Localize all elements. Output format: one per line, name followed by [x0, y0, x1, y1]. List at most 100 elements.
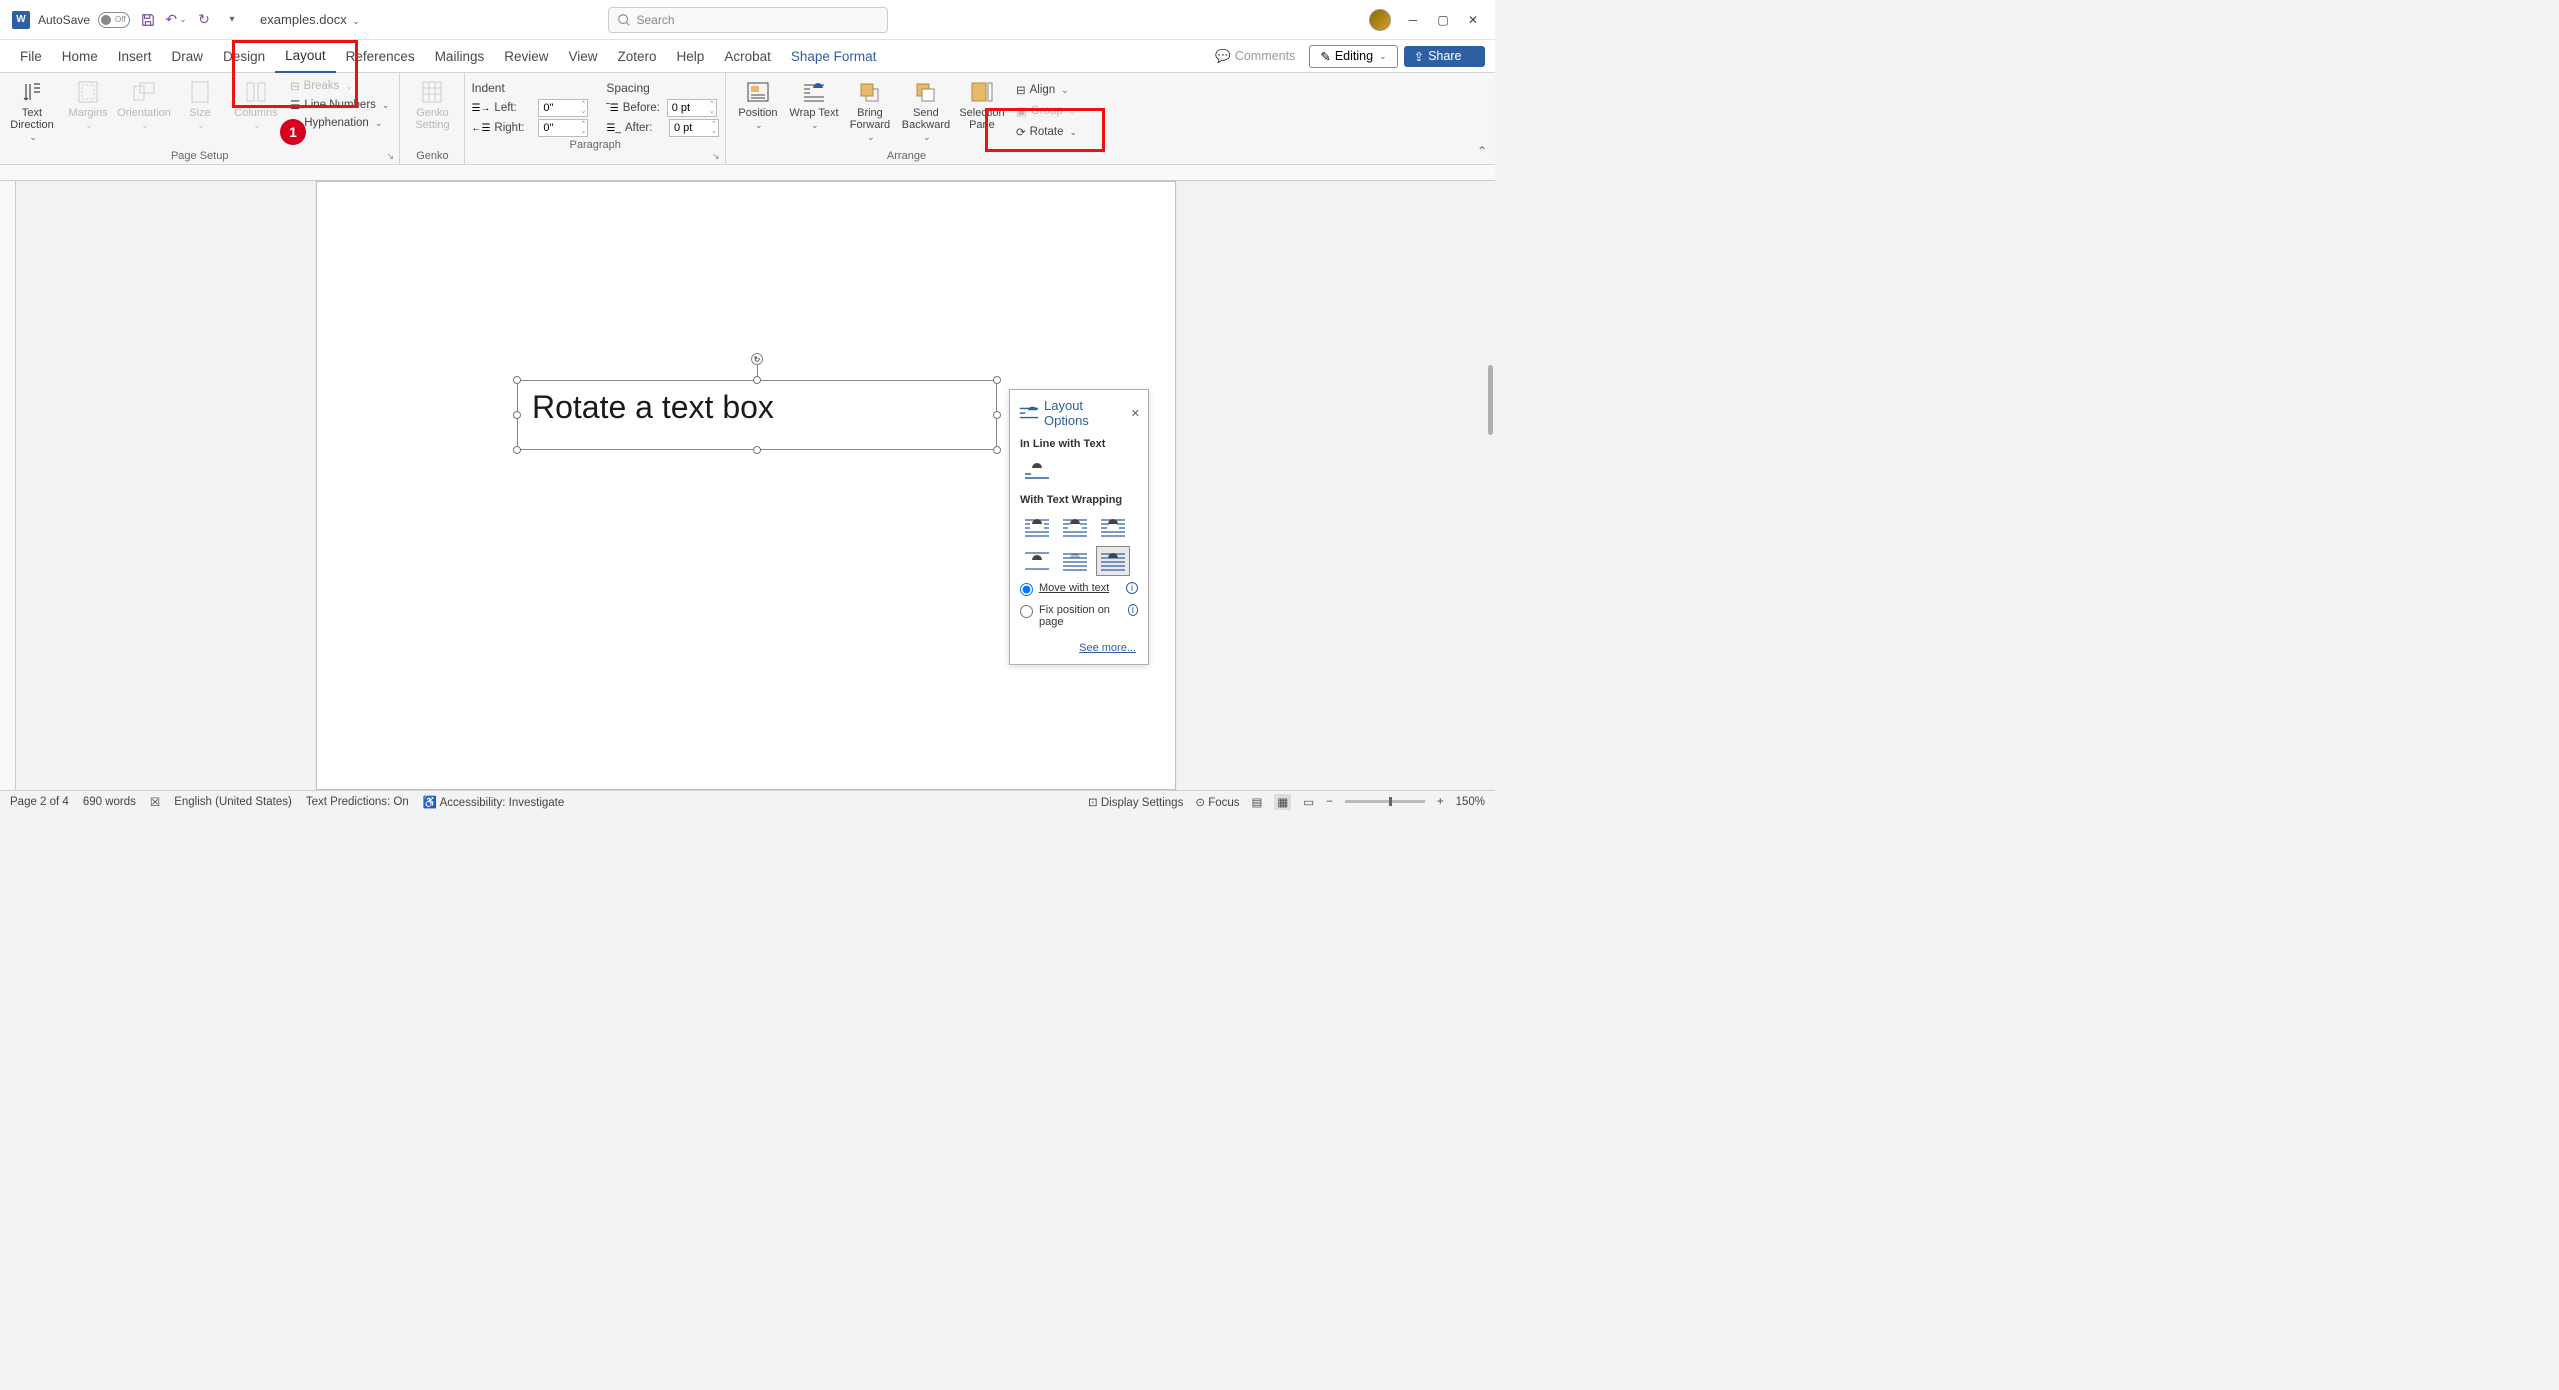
- resize-handle-e[interactable]: [993, 411, 1001, 419]
- tab-insert[interactable]: Insert: [108, 40, 162, 73]
- tab-layout[interactable]: Layout: [275, 40, 336, 73]
- info-icon[interactable]: i: [1128, 604, 1138, 616]
- group-button: ▣Group⌄: [1012, 102, 1081, 120]
- size-icon: [186, 79, 214, 105]
- selection-pane-button[interactable]: Selection Pane: [956, 77, 1008, 133]
- resize-handle-sw[interactable]: [513, 446, 521, 454]
- print-layout-icon[interactable]: ▦: [1274, 794, 1291, 810]
- undo-icon[interactable]: ↶⌄: [166, 10, 186, 30]
- close-icon[interactable]: ✕: [1465, 12, 1481, 28]
- save-icon[interactable]: [138, 10, 158, 30]
- wrap-infront-option[interactable]: [1096, 546, 1130, 576]
- resize-handle-n[interactable]: [753, 376, 761, 384]
- zoom-slider[interactable]: [1345, 800, 1425, 803]
- wrap-square-option[interactable]: [1020, 512, 1054, 542]
- autosave-toggle[interactable]: Off: [98, 12, 130, 28]
- tab-mailings[interactable]: Mailings: [425, 40, 495, 73]
- rotate-button[interactable]: ⟳Rotate⌄: [1012, 123, 1081, 141]
- tab-zotero[interactable]: Zotero: [608, 40, 667, 73]
- see-more-link[interactable]: See more...: [1079, 642, 1136, 654]
- document-page[interactable]: ↻ Rotate a text box Layout Options ✕ In …: [316, 181, 1176, 790]
- textbox-shape[interactable]: ↻ Rotate a text box: [517, 380, 997, 450]
- language-indicator[interactable]: English (United States): [174, 796, 292, 808]
- send-backward-button[interactable]: Send Backward⌄: [900, 77, 952, 145]
- search-box[interactable]: Search: [608, 7, 888, 33]
- status-bar: Page 2 of 4 690 words ☒ English (United …: [0, 790, 1495, 812]
- word-count[interactable]: 690 words: [83, 796, 136, 808]
- vertical-ruler[interactable]: [0, 181, 16, 790]
- margins-button: Margins⌄: [62, 77, 114, 133]
- web-layout-icon[interactable]: ▭: [1303, 795, 1314, 809]
- layout-options-popup: Layout Options ✕ In Line with Text With …: [1009, 389, 1149, 665]
- share-button[interactable]: ⇪Share⌄: [1404, 46, 1485, 67]
- paragraph-label: Paragraph: [471, 137, 719, 151]
- user-avatar[interactable]: [1369, 9, 1391, 31]
- accessibility-checker[interactable]: ♿ Accessibility: Investigate: [423, 795, 565, 809]
- spellcheck-icon[interactable]: ☒: [150, 795, 160, 809]
- margins-icon: [74, 79, 102, 105]
- tab-references[interactable]: References: [336, 40, 425, 73]
- qat-customize-icon[interactable]: ▾: [222, 10, 242, 30]
- maximize-icon[interactable]: ▢: [1435, 12, 1451, 28]
- resize-handle-w[interactable]: [513, 411, 521, 419]
- info-icon[interactable]: i: [1126, 582, 1138, 594]
- rotate-handle[interactable]: ↻: [751, 353, 763, 365]
- tab-draw[interactable]: Draw: [162, 40, 214, 73]
- textbox-text[interactable]: Rotate a text box: [518, 381, 996, 434]
- tab-acrobat[interactable]: Acrobat: [714, 40, 781, 73]
- wrap-through-option[interactable]: [1096, 512, 1130, 542]
- tab-design[interactable]: Design: [213, 40, 275, 73]
- redo-icon[interactable]: ↻: [194, 10, 214, 30]
- position-button[interactable]: Position⌄: [732, 77, 784, 133]
- resize-handle-nw[interactable]: [513, 376, 521, 384]
- search-icon: [617, 13, 631, 27]
- scrollbar-thumb[interactable]: [1488, 365, 1493, 435]
- wrap-topbottom-option[interactable]: [1020, 546, 1054, 576]
- size-button: Size⌄: [174, 77, 226, 133]
- paragraph-launcher[interactable]: ↘: [712, 151, 722, 161]
- wrap-text-icon: [800, 79, 828, 105]
- minimize-icon[interactable]: ─: [1405, 12, 1421, 28]
- text-predictions[interactable]: Text Predictions: On: [306, 796, 409, 808]
- resize-handle-ne[interactable]: [993, 376, 1001, 384]
- group-icon: ▣: [1016, 104, 1027, 118]
- tab-home[interactable]: Home: [52, 40, 108, 73]
- page-indicator[interactable]: Page 2 of 4: [10, 796, 69, 808]
- tab-file[interactable]: File: [10, 40, 52, 73]
- page-setup-launcher[interactable]: ↘: [386, 151, 396, 161]
- line-numbers-button[interactable]: ☰Line Numbers⌄: [286, 96, 393, 114]
- horizontal-ruler[interactable]: [0, 165, 1495, 181]
- zoom-in-icon[interactable]: +: [1437, 796, 1444, 808]
- align-button[interactable]: ⊟Align⌄: [1012, 81, 1081, 99]
- resize-handle-se[interactable]: [993, 446, 1001, 454]
- spacing-before-input[interactable]: 0 pt: [667, 99, 717, 117]
- resize-handle-s[interactable]: [753, 446, 761, 454]
- move-with-text-radio[interactable]: Move with texti: [1014, 578, 1144, 600]
- display-settings[interactable]: ⊡ Display Settings: [1088, 795, 1183, 809]
- comments-button[interactable]: 💬Comments: [1207, 49, 1303, 64]
- wrap-inline-option[interactable]: [1020, 456, 1054, 486]
- indent-left-input[interactable]: 0": [538, 99, 588, 117]
- spacing-after-input[interactable]: 0 pt: [669, 119, 719, 137]
- zoom-level[interactable]: 150%: [1456, 796, 1485, 808]
- tab-view[interactable]: View: [558, 40, 607, 73]
- editing-mode-button[interactable]: ✎Editing⌄: [1309, 45, 1397, 68]
- document-name[interactable]: examples.docx ⌄: [260, 12, 360, 27]
- read-mode-icon[interactable]: ▤: [1252, 795, 1263, 809]
- wrap-behind-option[interactable]: [1058, 546, 1092, 576]
- ribbon-collapse-icon[interactable]: ⌃: [1477, 144, 1487, 158]
- indent-right-input[interactable]: 0": [538, 119, 588, 137]
- text-direction-button[interactable]: Text Direction⌄: [6, 77, 58, 145]
- focus-mode[interactable]: ⊙ Focus: [1195, 795, 1239, 809]
- tab-shape-format[interactable]: Shape Format: [781, 40, 887, 73]
- group-page-setup: Text Direction⌄ Margins⌄ Orientation⌄ Si…: [0, 73, 400, 164]
- layout-options-close-icon[interactable]: ✕: [1131, 407, 1140, 420]
- zoom-out-icon[interactable]: −: [1326, 796, 1333, 808]
- bring-forward-button[interactable]: Bring Forward⌄: [844, 77, 896, 145]
- fix-position-radio[interactable]: Fix position on pagei: [1014, 600, 1144, 632]
- wrap-text-button[interactable]: Wrap Text⌄: [788, 77, 840, 133]
- wrap-tight-option[interactable]: [1058, 512, 1092, 542]
- indent-left-icon: ☰→: [471, 103, 490, 114]
- tab-help[interactable]: Help: [667, 40, 715, 73]
- tab-review[interactable]: Review: [494, 40, 558, 73]
